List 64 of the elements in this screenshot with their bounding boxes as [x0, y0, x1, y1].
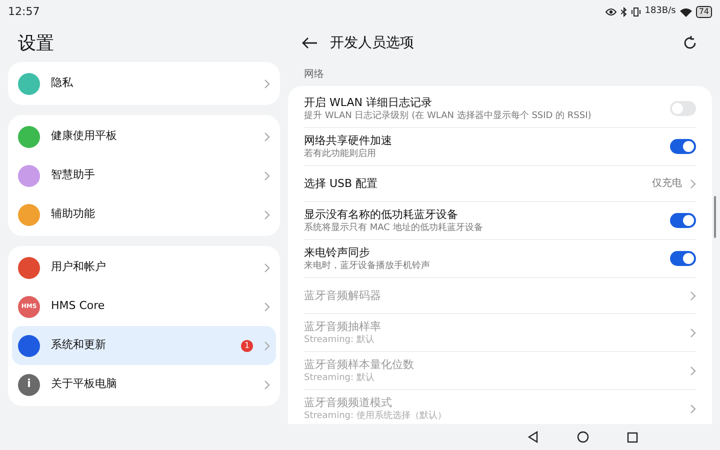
- row-title: 选择 USB 配置: [304, 176, 379, 191]
- row-subtitle: 若有此功能则启用: [304, 148, 377, 160]
- settings-row[interactable]: 显示没有名称的低功耗蓝牙设备 系统将显示只有 MAC 地址的低功耗蓝牙设备: [304, 202, 696, 240]
- home-icon[interactable]: [577, 431, 589, 443]
- scrollbar: [714, 196, 716, 238]
- clock: 12:57: [8, 4, 40, 20]
- section-header: 网络: [303, 68, 325, 82]
- toggle-switch[interactable]: [670, 101, 696, 116]
- toggle-switch[interactable]: [670, 139, 696, 154]
- settings-row[interactable]: 来电铃声同步 来电时，蓝牙设备播放手机铃声: [304, 240, 696, 278]
- row-subtitle: Streaming: 使用系统选择（默认）: [304, 410, 448, 422]
- chevron-icon: [264, 262, 270, 272]
- battery-level: 74: [696, 6, 712, 18]
- sidebar-item[interactable]: 系统和更新 1: [12, 326, 276, 365]
- chevron-icon: [264, 380, 270, 390]
- sidebar-item[interactable]: 隐私: [12, 64, 276, 103]
- chevron-icon: [264, 132, 270, 142]
- chevron-icon: [264, 170, 270, 180]
- back-arrow-icon[interactable]: [302, 37, 318, 49]
- sidebar-item[interactable]: 智慧助手: [12, 156, 276, 195]
- row-subtitle: 来电时，蓝牙设备播放手机铃声: [304, 260, 431, 272]
- row-subtitle: Streaming: 默认: [304, 372, 376, 384]
- chevron-icon: [264, 302, 270, 312]
- bluetooth-icon: [620, 7, 627, 17]
- row-title: 蓝牙音频解码器: [304, 288, 382, 303]
- notification-badge: 1: [241, 340, 253, 352]
- row-title: 蓝牙音频抽样率: [304, 319, 382, 334]
- row-title: 网络共享硬件加速: [304, 133, 393, 148]
- row-subtitle: 提升 WLAN 日志记录级别 (在 WLAN 选择器中显示每个 SSID 的 RSSI): [304, 110, 592, 122]
- row-title: 显示没有名称的低功耗蓝牙设备: [304, 207, 459, 222]
- wifi-icon: [680, 8, 692, 16]
- chevron-icon: [264, 340, 270, 350]
- chevron-icon: [690, 178, 696, 188]
- settings-title: 设置: [17, 32, 55, 56]
- toggle-switch[interactable]: [670, 251, 696, 266]
- row-title: 开启 WLAN 详细日志记录: [304, 95, 434, 110]
- eye-icon: [604, 8, 617, 16]
- sidebar-item[interactable]: 用户和帐户: [12, 248, 276, 287]
- chevron-icon: [690, 404, 696, 414]
- chevron-icon: [690, 366, 696, 376]
- app-icon: i: [18, 374, 40, 396]
- chevron-icon: [690, 290, 696, 300]
- sidebar-item[interactable]: 辅助功能: [12, 195, 276, 234]
- row-title: 蓝牙音频样本量化位数: [304, 357, 415, 372]
- toggle-switch[interactable]: [670, 213, 696, 228]
- sidebar-item[interactable]: 健康使用平板: [12, 117, 276, 156]
- row-title: 蓝牙音频频道模式: [304, 395, 393, 410]
- settings-row[interactable]: 网络共享硬件加速 若有此功能则启用: [304, 128, 696, 166]
- settings-row[interactable]: 开启 WLAN 详细日志记录 提升 WLAN 日志记录级别 (在 WLAN 选择器中显示每个 SSID 的 RSSI): [304, 90, 696, 128]
- chevron-icon: [264, 78, 270, 88]
- settings-row[interactable]: 选择 USB 配置 仅充电: [304, 166, 696, 202]
- sidebar-item[interactable]: i 关于平板电脑: [12, 365, 276, 404]
- chevron-icon: [264, 210, 270, 220]
- row-title: 来电铃声同步: [304, 245, 371, 260]
- row-subtitle: Streaming: 默认: [304, 334, 376, 346]
- refresh-icon[interactable]: [682, 35, 698, 51]
- row-value: 仅充电: [652, 176, 682, 191]
- chevron-icon: [690, 328, 696, 338]
- network-speed: 183B/s: [644, 5, 676, 18]
- recents-icon[interactable]: [627, 432, 638, 442]
- row-subtitle: 系统将显示只有 MAC 地址的低功耗蓝牙设备: [304, 222, 484, 234]
- page-title: 开发人员选项: [330, 34, 414, 52]
- vibrate-icon: [630, 7, 641, 17]
- back-icon[interactable]: [527, 431, 539, 443]
